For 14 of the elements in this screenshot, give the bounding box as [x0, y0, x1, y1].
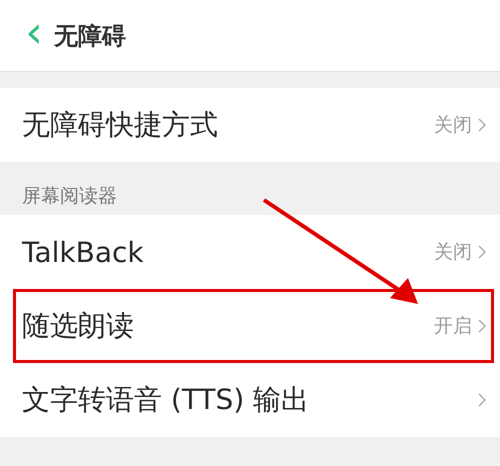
page-title: 无障碍: [54, 20, 126, 52]
setting-label: TalkBack: [22, 236, 144, 268]
setting-value: 关闭: [434, 240, 472, 265]
chevron-icon: [478, 319, 486, 333]
highlighted-setting-row[interactable]: 随选朗读 开启: [13, 289, 494, 363]
section-header: 屏幕阅读器: [22, 184, 117, 208]
setting-value: 开启: [434, 314, 472, 339]
setting-label: 随选朗读: [22, 308, 134, 344]
setting-value: 关闭: [434, 113, 472, 138]
setting-label: 文字转语音 (TTS) 输出: [22, 382, 310, 418]
chevron-icon: [478, 393, 486, 407]
setting-label: 无障碍快捷方式: [22, 107, 218, 143]
chevron-icon: [478, 118, 486, 132]
chevron-icon: [478, 245, 486, 259]
